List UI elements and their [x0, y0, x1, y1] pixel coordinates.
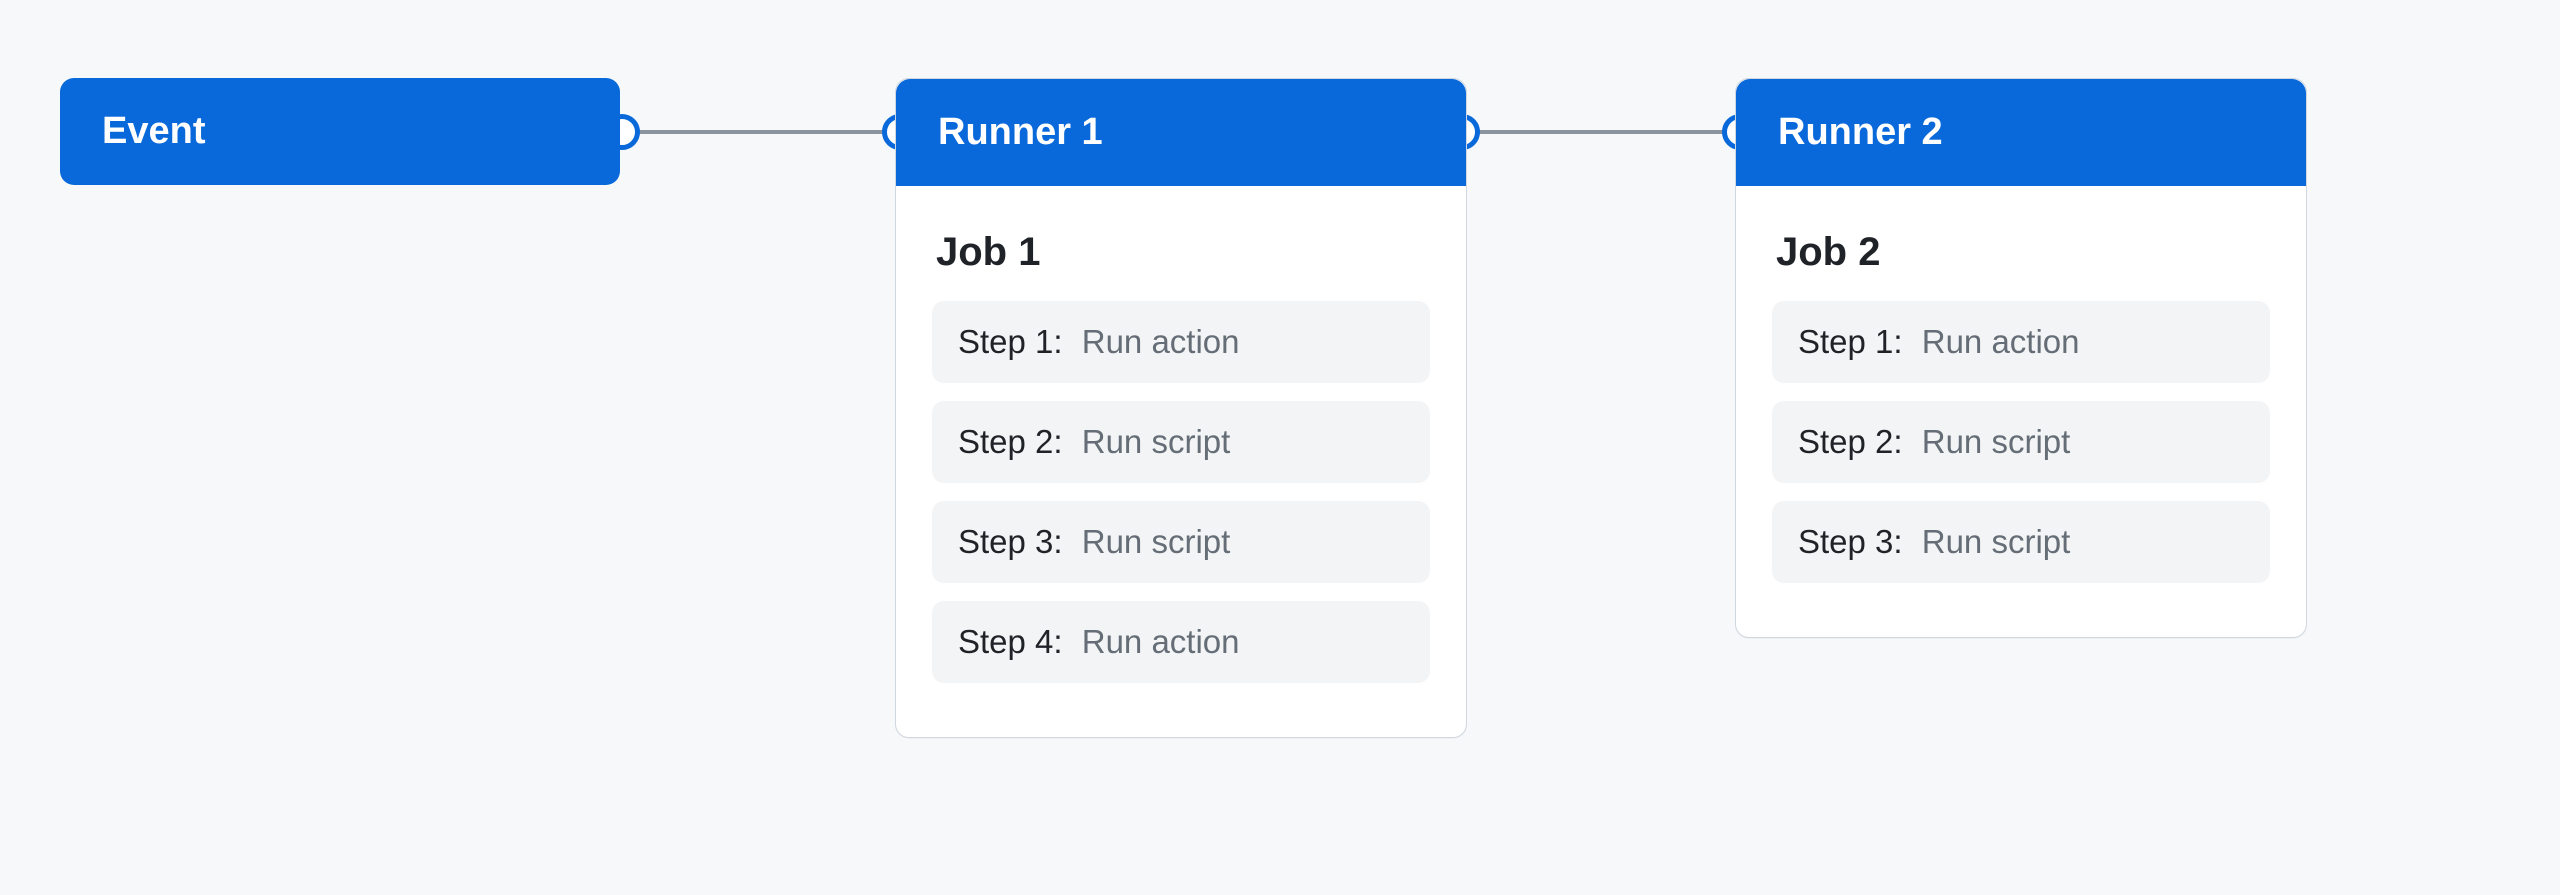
edge-event-to-runner1 — [620, 130, 900, 134]
runner-1-step-1: Step 1: Run action — [932, 301, 1430, 383]
step-desc: Run script — [1082, 523, 1231, 560]
runner-2-body: Job 2 Step 1: Run action Step 2: Run scr… — [1736, 186, 2306, 637]
step-label: Step 3: — [958, 523, 1063, 560]
step-label: Step 3: — [1798, 523, 1903, 560]
runner-2-step-1: Step 1: Run action — [1772, 301, 2270, 383]
step-desc: Run action — [1922, 323, 2080, 360]
step-desc: Run action — [1082, 323, 1240, 360]
step-desc: Run script — [1922, 523, 2071, 560]
runner-1-title: Runner 1 — [896, 79, 1466, 186]
step-desc: Run script — [1082, 423, 1231, 460]
workflow-diagram: Event Runner 1 Job 1 Step 1: Run action … — [0, 0, 2560, 895]
runner-1-step-3: Step 3: Run script — [932, 501, 1430, 583]
runner-2-job-title: Job 2 — [1776, 230, 2270, 275]
event-title: Event — [60, 78, 620, 185]
runner-1-job-title: Job 1 — [936, 230, 1430, 275]
step-label: Step 2: — [1798, 423, 1903, 460]
runner-1-body: Job 1 Step 1: Run action Step 2: Run scr… — [896, 186, 1466, 737]
runner-2-step-3: Step 3: Run script — [1772, 501, 2270, 583]
edge-runner1-to-runner2 — [1460, 130, 1740, 134]
event-node: Event — [60, 78, 620, 185]
runner-2-title: Runner 2 — [1736, 79, 2306, 186]
step-label: Step 4: — [958, 623, 1063, 660]
runner-1-step-4: Step 4: Run action — [932, 601, 1430, 683]
runner-2-step-2: Step 2: Run script — [1772, 401, 2270, 483]
step-desc: Run action — [1082, 623, 1240, 660]
runner-1-node: Runner 1 Job 1 Step 1: Run action Step 2… — [895, 78, 1467, 738]
runner-1-step-2: Step 2: Run script — [932, 401, 1430, 483]
step-label: Step 1: — [1798, 323, 1903, 360]
step-desc: Run script — [1922, 423, 2071, 460]
step-label: Step 1: — [958, 323, 1063, 360]
runner-2-node: Runner 2 Job 2 Step 1: Run action Step 2… — [1735, 78, 2307, 638]
step-label: Step 2: — [958, 423, 1063, 460]
